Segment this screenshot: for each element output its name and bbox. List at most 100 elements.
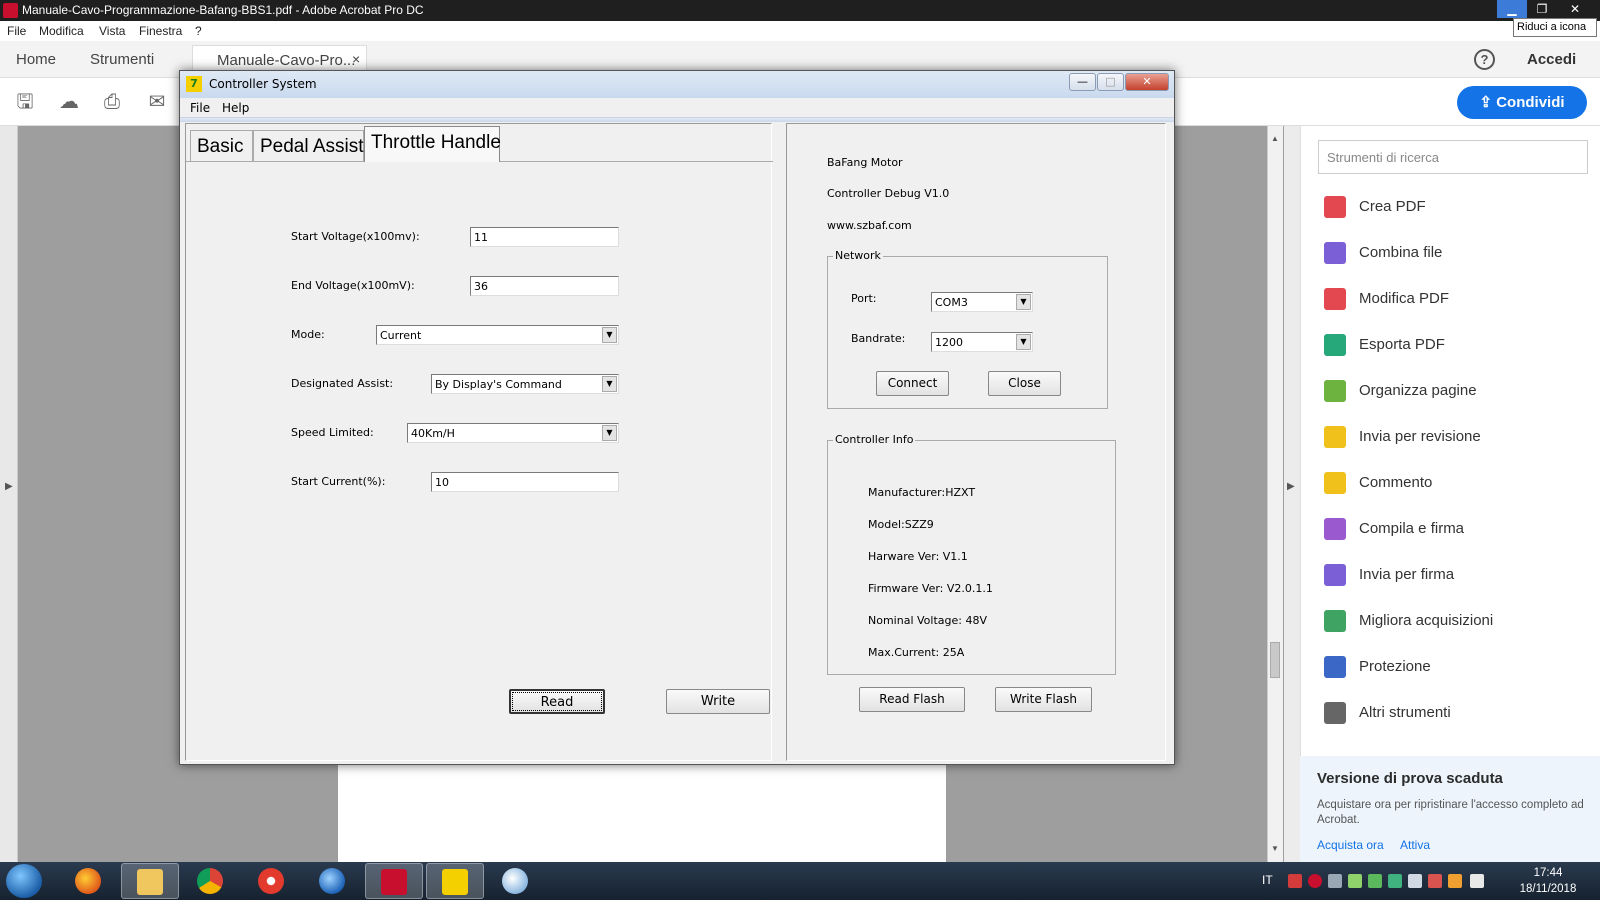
tab-strumenti[interactable]: Strumenti — [90, 51, 154, 68]
clock-time[interactable]: 17:44 — [1520, 867, 1576, 879]
tool-item[interactable]: Organizza pagine — [1324, 377, 1594, 407]
expand-left-icon[interactable]: ▶ — [5, 481, 13, 492]
tray-monitor-icon[interactable] — [1368, 874, 1382, 888]
print-icon[interactable]: ⎙ — [100, 90, 124, 114]
dialog-maximize-icon[interactable]: □ — [1097, 73, 1124, 91]
scroll-up-icon[interactable]: ▲ — [1271, 134, 1279, 143]
close-port-button[interactable]: Close — [988, 371, 1061, 396]
buy-now-link[interactable]: Acquista ora — [1317, 838, 1384, 852]
close-icon[interactable]: ✕ — [1560, 0, 1590, 18]
baudrate-select[interactable]: 1200 ▼ — [931, 332, 1033, 352]
tool-item[interactable]: Protezione — [1324, 653, 1594, 683]
chevron-down-icon[interactable]: ▼ — [602, 327, 617, 343]
left-panel-toggle[interactable]: ▶ — [0, 126, 18, 862]
activate-link[interactable]: Attiva — [1400, 838, 1430, 852]
app-title-bar: Manuale-Cavo-Programmazione-Bafang-BBS1.… — [0, 0, 1600, 21]
tool-icon — [1324, 518, 1346, 540]
speed-limited-select[interactable]: 40Km/H ▼ — [407, 423, 619, 443]
tray-security-icon[interactable] — [1428, 874, 1442, 888]
menu-modifica[interactable]: Modifica — [39, 24, 84, 38]
write-button[interactable]: Write — [666, 689, 770, 714]
dialog-menu-file[interactable]: File — [190, 101, 210, 115]
tray-acrobat-icon[interactable] — [1308, 874, 1322, 888]
tab-home[interactable]: Home — [16, 51, 56, 68]
scroll-thumb[interactable] — [1270, 642, 1280, 678]
tool-item[interactable]: Compila e firma — [1324, 515, 1594, 545]
read-button[interactable]: Read — [509, 689, 605, 714]
tools-pane: Strumenti di ricerca Crea PDF Combina fil… — [1300, 126, 1600, 862]
voltage-info: Nominal Voltage: 48V — [868, 614, 987, 627]
tool-item[interactable]: Altri strumenti — [1324, 699, 1594, 729]
tray-network-icon[interactable] — [1348, 874, 1362, 888]
write-flash-button[interactable]: Write Flash — [995, 687, 1092, 712]
bafang-taskbar-icon[interactable] — [426, 863, 484, 899]
tab-basic[interactable]: Basic — [190, 130, 253, 162]
tool-label: Invia per revisione — [1359, 428, 1481, 445]
speed-limited-value: 40Km/H — [411, 427, 455, 440]
file-explorer-taskbar-icon[interactable] — [121, 863, 179, 899]
language-indicator[interactable]: IT — [1262, 873, 1273, 887]
dialog-minimize-icon[interactable]: — — [1069, 73, 1096, 91]
cloud-upload-icon[interactable]: ☁ — [57, 90, 81, 114]
tray-power-icon[interactable] — [1448, 874, 1462, 888]
tool-item[interactable]: Migliora acquisizioni — [1324, 607, 1594, 637]
port-select[interactable]: COM3 ▼ — [931, 292, 1033, 312]
restore-icon[interactable]: ❐ — [1527, 0, 1557, 18]
menu-file[interactable]: File — [7, 24, 26, 38]
updater-taskbar-icon[interactable] — [304, 863, 362, 899]
signin-link[interactable]: Accedi — [1527, 51, 1576, 68]
firefox-taskbar-icon[interactable] — [60, 863, 118, 899]
designated-assist-select[interactable]: By Display's Command ▼ — [431, 374, 619, 394]
connect-button[interactable]: Connect — [876, 371, 949, 396]
volume-icon[interactable] — [1470, 874, 1484, 888]
chevron-down-icon[interactable]: ▼ — [1016, 334, 1031, 350]
firmware-info: Firmware Ver: V2.0.1.1 — [868, 582, 993, 595]
dialog-close-icon[interactable]: ✕ — [1125, 73, 1169, 91]
paint-taskbar-icon[interactable] — [487, 863, 545, 899]
tool-item[interactable]: Modifica PDF — [1324, 285, 1594, 315]
tab-pedal-assist[interactable]: Pedal Assist — [253, 130, 364, 162]
controller-info-title: Controller Info — [833, 433, 916, 446]
start-voltage-input[interactable]: 11 — [470, 227, 619, 247]
chevron-down-icon[interactable]: ▼ — [1016, 294, 1031, 310]
tool-item[interactable]: Invia per firma — [1324, 561, 1594, 591]
about-version: Controller Debug V1.0 — [827, 187, 950, 200]
tool-item[interactable]: Crea PDF — [1324, 193, 1594, 223]
tab-throttle-handle[interactable]: Throttle Handle — [364, 126, 501, 162]
clock-date[interactable]: 18/11/2018 — [1512, 883, 1584, 895]
tool-icon — [1324, 702, 1346, 724]
read-flash-button[interactable]: Read Flash — [859, 687, 965, 712]
scroll-down-icon[interactable]: ▼ — [1271, 844, 1279, 853]
menu-finestra[interactable]: Finestra — [139, 24, 182, 38]
tray-flag-icon[interactable] — [1288, 874, 1302, 888]
end-voltage-input[interactable]: 36 — [470, 276, 619, 296]
tool-item[interactable]: Combina file — [1324, 239, 1594, 269]
tools-pane-toggle[interactable]: ▶ — [1284, 126, 1300, 862]
start-button-icon[interactable] — [6, 864, 42, 898]
minimize-icon[interactable]: ▁ — [1497, 0, 1527, 18]
ccleaner-taskbar-icon[interactable] — [243, 863, 301, 899]
document-scrollbar[interactable]: ▲ ▼ — [1267, 126, 1283, 862]
tool-item[interactable]: Commento — [1324, 469, 1594, 499]
collapse-right-icon[interactable]: ▶ — [1287, 481, 1295, 492]
tab-close-icon[interactable]: × — [352, 51, 360, 67]
tray-wifi-icon[interactable] — [1388, 874, 1402, 888]
chevron-down-icon[interactable]: ▼ — [602, 376, 617, 392]
chrome-taskbar-icon[interactable] — [182, 863, 240, 899]
dialog-menu-help[interactable]: Help — [222, 101, 249, 115]
tool-item[interactable]: Esporta PDF — [1324, 331, 1594, 361]
mode-select[interactable]: Current ▼ — [376, 325, 619, 345]
chevron-down-icon[interactable]: ▼ — [602, 425, 617, 441]
start-current-input[interactable]: 10 — [431, 472, 619, 492]
tray-action-center-icon[interactable] — [1408, 874, 1422, 888]
tool-search-input[interactable]: Strumenti di ricerca — [1318, 140, 1588, 174]
acrobat-taskbar-icon[interactable] — [365, 863, 423, 899]
save-icon[interactable]: 🖫 — [13, 90, 37, 114]
menu-vista[interactable]: Vista — [99, 24, 125, 38]
tool-item[interactable]: Invia per revisione — [1324, 423, 1594, 453]
share-button[interactable]: ⇪ Condividi — [1457, 86, 1587, 119]
tray-device-icon[interactable] — [1328, 874, 1342, 888]
help-icon[interactable]: ? — [1474, 49, 1495, 70]
menu-help[interactable]: ? — [195, 24, 202, 38]
mail-icon[interactable]: ✉ — [145, 90, 169, 114]
